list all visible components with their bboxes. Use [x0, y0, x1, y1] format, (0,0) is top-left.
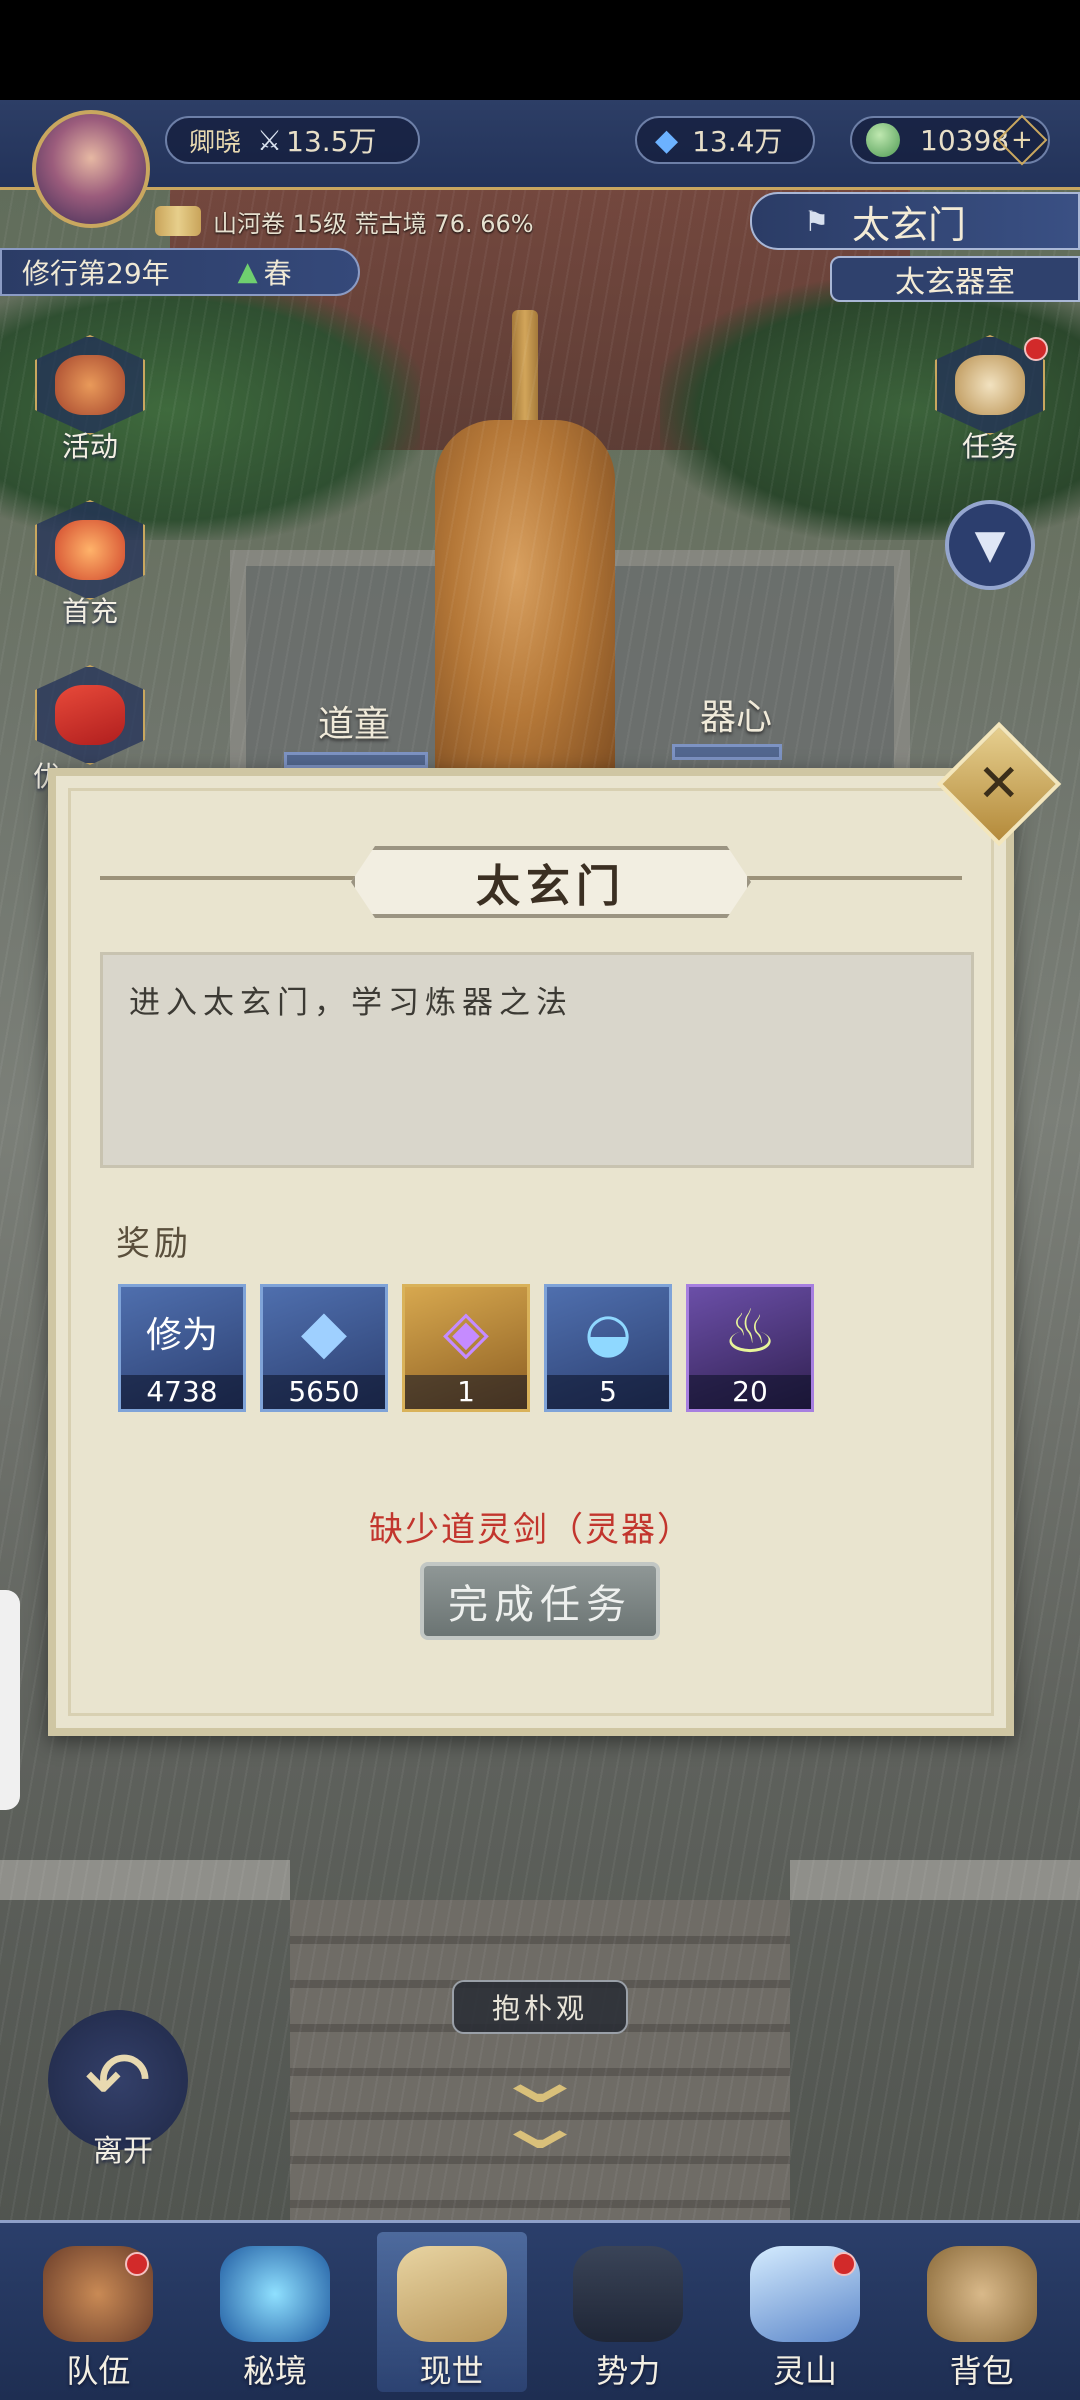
nav-label: 秘境 — [242, 2352, 307, 2390]
world-map-icon — [396, 2246, 507, 2342]
first-recharge-button[interactable]: 首充 — [30, 500, 150, 630]
secret-realm-icon — [219, 2246, 330, 2342]
scroll-icon — [155, 206, 201, 236]
nav-team[interactable]: 队伍 — [23, 2232, 173, 2392]
fan-icon: ◒ — [584, 1300, 632, 1364]
nav-spirit-mountain[interactable]: 灵山 — [730, 2232, 880, 2392]
spirit-stone-icon: ◆ — [655, 122, 679, 158]
player-name-power[interactable]: 卿晓 ⚔ 13.5万 — [165, 116, 420, 164]
reward-item-xiuwei[interactable]: 修为 4738 — [118, 1284, 246, 1412]
spirit-stone-value: 13.4万 — [692, 125, 783, 158]
reward-heading: 奖励 — [116, 1224, 192, 1264]
spirit-mountain-notification-dot — [831, 2252, 856, 2276]
compass-icon: ▼ — [974, 522, 1006, 568]
daotong-label[interactable]: 道童 — [318, 695, 390, 747]
reward-item-spirit-stone[interactable]: ◆ 5650 — [260, 1284, 388, 1412]
complete-task-button[interactable]: 完成任务 — [420, 1562, 660, 1640]
faction-icon — [573, 2246, 684, 2342]
down-arrows-icon[interactable]: ⌄ ⌄ — [414, 2043, 666, 2165]
power-value: 13.5万 — [286, 125, 377, 158]
sect-name: 太玄门 — [852, 202, 967, 247]
close-icon: ✕ — [977, 753, 1021, 814]
jade-icon — [866, 123, 900, 157]
nav-label: 队伍 — [66, 2352, 131, 2390]
lantern-icon — [55, 355, 125, 415]
nav-label: 灵山 — [772, 2352, 837, 2390]
location-panel[interactable]: ⚑ 太玄门 太玄器室 — [740, 192, 1080, 302]
fire-orb-icon — [55, 520, 125, 580]
reward-qty: 4738 — [121, 1375, 243, 1409]
sect-name-tag: ⚑ 太玄门 — [750, 192, 1080, 250]
nav-bag[interactable]: 背包 — [907, 2232, 1057, 2392]
quest-dialog: 太玄门 进入太玄门，学习炼器之法 奖励 修为 4738 ◆ 5650 ◈ 1 ◒… — [48, 768, 1014, 1736]
side-drawer-handle[interactable] — [0, 1590, 20, 1810]
sect-emblem-icon: ⚑ — [804, 204, 830, 238]
leave-label: 离开 — [93, 2134, 153, 2169]
season-label: 春 — [263, 257, 292, 290]
player-name: 卿晓 — [189, 127, 242, 158]
reward-item-spirit-flame[interactable]: ♨ 20 — [686, 1284, 814, 1412]
reward-qty: 5 — [547, 1375, 669, 1409]
season-indicator: ▲ 春 — [238, 252, 292, 292]
tasks-notification-dot — [1024, 337, 1048, 361]
player-avatar[interactable] — [32, 110, 150, 228]
baopuguan-sign[interactable]: 抱朴观 — [452, 1980, 628, 2034]
realm-progress-text: 山河卷 15级 荒古境 76. 66% — [213, 209, 534, 238]
tasks-label: 任务 — [961, 430, 1018, 463]
reward-qty: 20 — [689, 1375, 811, 1409]
first-recharge-label: 首充 — [61, 595, 118, 628]
tree-icon: ▲ — [237, 257, 258, 287]
description-box: 进入太玄门，学习炼器之法 — [100, 952, 974, 1168]
cultivation-year: 修行第29年 — [22, 257, 170, 290]
task-scroll-icon — [955, 355, 1025, 415]
room-name-tag: 太玄器室 — [830, 256, 1080, 302]
gift-box-icon — [55, 685, 125, 745]
missing-requirement-text: 缺少道灵剑（灵器） — [369, 1510, 693, 1550]
jade-counter[interactable]: 10398 + — [850, 114, 1050, 166]
realm-progress[interactable]: 山河卷 15级 荒古境 76. 66% — [155, 200, 534, 242]
reward-qty: 5650 — [263, 1375, 385, 1409]
qixin-label[interactable]: 器心 — [700, 688, 772, 740]
reward-list: 修为 4738 ◆ 5650 ◈ 1 ◒ 5 ♨ 20 — [118, 1284, 814, 1412]
power-icon: ⚔ — [257, 123, 283, 157]
nav-faction[interactable]: 势力 — [553, 2232, 703, 2392]
daotong-bar — [284, 752, 428, 768]
add-jade-icon[interactable]: + — [996, 114, 1048, 166]
bag-icon — [926, 2246, 1037, 2342]
nav-label: 现世 — [419, 2352, 484, 2390]
spirit-stone-counter[interactable]: ◆ 13.4万 — [635, 116, 815, 164]
qixin-bar — [672, 744, 782, 760]
spirit-flame-icon: ♨ — [723, 1297, 777, 1367]
quest-description: 进入太玄门，学习炼器之法 — [129, 985, 573, 1021]
nav-label: 背包 — [949, 2352, 1014, 2390]
tasks-button[interactable]: 任务 — [930, 335, 1050, 465]
activity-label: 活动 — [61, 430, 118, 463]
dialog-title: 太玄门 — [476, 861, 626, 912]
activity-button[interactable]: 活动 — [30, 335, 150, 465]
reward-qty: 1 — [405, 1375, 527, 1409]
xiuwei-icon: 修为 — [145, 1315, 218, 1356]
nav-world[interactable]: 现世 — [376, 2232, 527, 2392]
reward-item-fan[interactable]: ◒ 5 — [544, 1284, 672, 1412]
leave-button[interactable]: ↶ 离开 — [48, 2010, 198, 2170]
title-banner: 太玄门 — [351, 846, 751, 918]
purple-gem-icon: ◈ — [442, 1297, 490, 1367]
spirit-stone-icon: ◆ — [300, 1297, 348, 1367]
bottom-navigation: 队伍 秘境 现世 势力 灵山 背包 — [0, 2220, 1080, 2400]
navigation-compass-button[interactable]: ▼ — [945, 500, 1035, 590]
nav-secret-realm[interactable]: 秘境 — [200, 2232, 350, 2392]
nav-label: 势力 — [596, 2352, 661, 2390]
reward-item-purple-gem[interactable]: ◈ 1 — [402, 1284, 530, 1412]
cultivation-year-bar: 修行第29年 ▲ 春 — [0, 248, 360, 296]
